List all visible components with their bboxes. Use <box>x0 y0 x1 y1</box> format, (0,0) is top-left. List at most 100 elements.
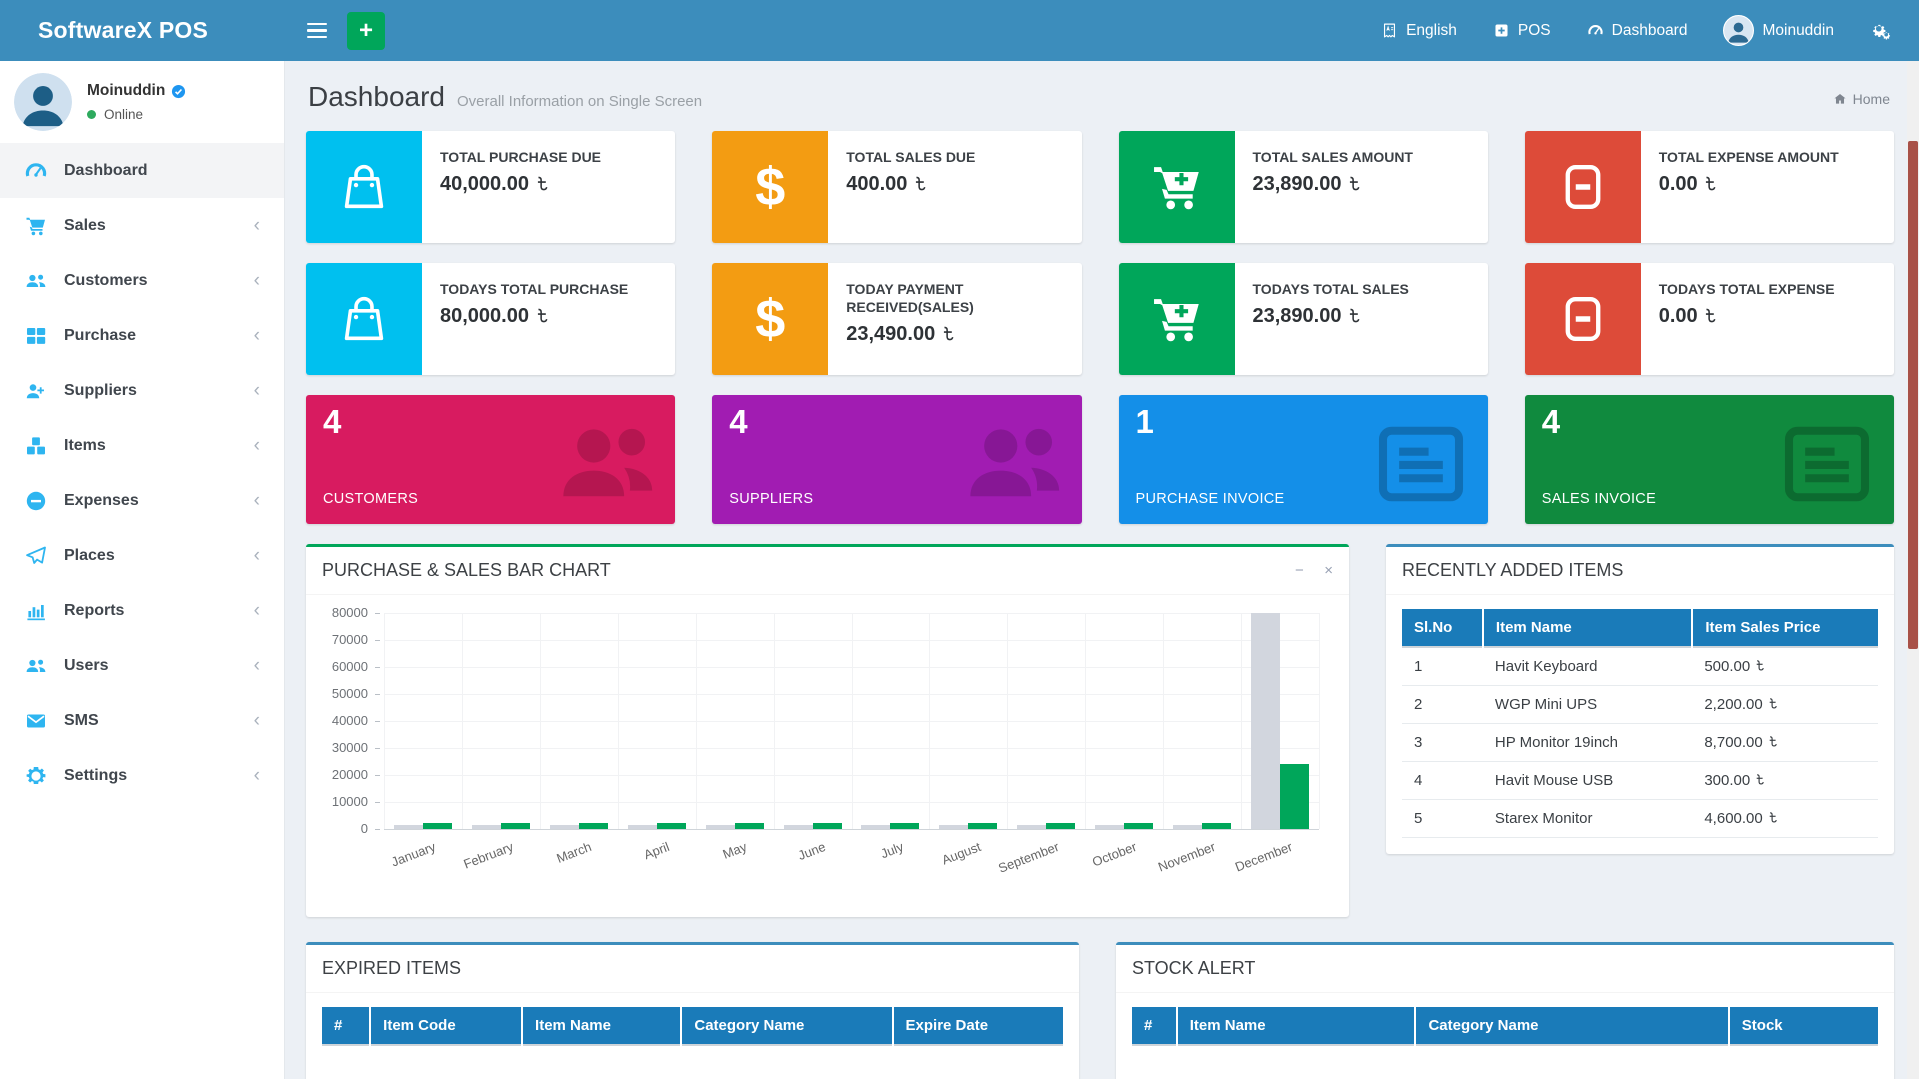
stat-card-title: TOTAL SALES AMOUNT <box>1253 148 1413 166</box>
scrollbar-thumb[interactable] <box>1908 141 1918 649</box>
shopping-bag-icon <box>306 263 422 375</box>
stat-card-title: TODAYS TOTAL EXPENSE <box>1659 280 1835 298</box>
minus-circle-icon <box>24 489 48 513</box>
x-axis-tick-label: May <box>721 839 749 862</box>
sidebar-item-reports[interactable]: Reports‹ <box>0 583 284 638</box>
collapse-button[interactable]: − <box>1295 562 1304 579</box>
table-row[interactable]: 3HP Monitor 19inch8,700.00 <box>1402 724 1878 762</box>
nav-user-label: Moinuddin <box>1762 22 1834 40</box>
nav-user-menu[interactable]: Moinuddin <box>1723 15 1834 46</box>
invoice-icon <box>1364 407 1478 521</box>
purchase-sales-bar-chart: 0100002000030000400005000060000700008000… <box>306 595 1349 917</box>
expired-items-panel: EXPIRED ITEMS #Item CodeItem NameCategor… <box>306 942 1079 1079</box>
sidebar-item-purchase[interactable]: Purchase‹ <box>0 308 284 363</box>
column-header: Sl.No <box>1402 609 1483 647</box>
sidebar-item-label: Suppliers <box>64 382 238 400</box>
table-row[interactable]: 1Havit Keyboard500.00 <box>1402 647 1878 686</box>
nav-language[interactable]: English <box>1381 22 1457 40</box>
quick-add-button[interactable]: + <box>347 12 385 50</box>
table-row[interactable]: 5Starex Monitor4,600.00 <box>1402 800 1878 838</box>
sidebar-item-dashboard[interactable]: Dashboard <box>0 143 284 198</box>
sidebar-item-label: Items <box>64 437 238 455</box>
sidebar-item-label: Reports <box>64 602 238 620</box>
x-axis-tick-label: February <box>462 839 516 872</box>
table-row[interactable]: 4Havit Mouse USB300.00 <box>1402 762 1878 800</box>
x-axis-tick-label: August <box>940 839 983 868</box>
stat-card-title: TOTAL PURCHASE DUE <box>440 148 601 166</box>
gauge-icon <box>24 159 48 183</box>
axis-tick <box>375 613 380 614</box>
chart-panel-title: PURCHASE & SALES BAR CHART <box>322 560 611 581</box>
y-axis-tick-label: 60000 <box>306 659 368 674</box>
recently-added-items-panel: RECENTLY ADDED ITEMS Sl.NoItem NameItem … <box>1386 544 1894 854</box>
chart-bar-sales <box>1124 823 1153 829</box>
chart-bar-sales <box>735 823 764 829</box>
sidebar-item-expenses[interactable]: Expenses‹ <box>0 473 284 528</box>
nav-settings[interactable] <box>1870 20 1891 41</box>
table-row <box>322 1045 1063 1079</box>
sidebar-item-customers[interactable]: Customers ‹ <box>0 253 284 308</box>
x-axis-tick-label: June <box>796 839 828 863</box>
table-cell: 500.00 <box>1692 647 1878 686</box>
sidebar-item-label: Customers <box>64 272 238 290</box>
dollar-icon: $ <box>712 263 828 375</box>
nav-pos[interactable]: POS <box>1493 22 1551 40</box>
summary-tile-customers: 4CUSTOMERS <box>306 395 675 524</box>
nav-language-label: English <box>1406 22 1457 40</box>
table-cell <box>1415 1045 1728 1079</box>
chart-bar-sales <box>1046 823 1075 829</box>
nav-pos-label: POS <box>1518 22 1551 40</box>
summary-tile-sales-invoice: 4 SALES INVOICE <box>1525 395 1894 524</box>
table-cell: HP Monitor 19inch <box>1483 724 1692 762</box>
sidebar-item-sms[interactable]: SMS‹ <box>0 693 284 748</box>
table-cell: 2,200.00 <box>1692 686 1878 724</box>
brand-logo[interactable]: SoftwareX POS <box>0 17 285 44</box>
chart-bar-purchase <box>394 825 423 829</box>
y-axis-tick-label: 10000 <box>306 794 368 809</box>
chevron-left-icon: ‹ <box>254 271 260 290</box>
sidebar-item-settings[interactable]: Settings‹ <box>0 748 284 803</box>
y-axis-tick-label: 50000 <box>306 686 368 701</box>
sidebar-item-suppliers[interactable]: Suppliers ‹ <box>0 363 284 418</box>
column-header: # <box>322 1007 370 1045</box>
chart-bar-purchase <box>628 825 657 829</box>
gauge-icon <box>1587 22 1604 39</box>
sidebar-item-users[interactable]: Users‹ <box>0 638 284 693</box>
stat-card-title: TODAYS TOTAL PURCHASE <box>440 280 628 298</box>
close-button[interactable]: × <box>1324 562 1333 579</box>
shopping-bag-icon <box>306 131 422 243</box>
axis-tick <box>375 694 380 695</box>
sidebar-user-name: Moinuddin <box>87 82 165 100</box>
stat-card-value: 23,890.00 <box>1253 173 1413 196</box>
gridline <box>1241 613 1242 829</box>
axis-tick <box>375 802 380 803</box>
sidebar-item-sales[interactable]: Sales‹ <box>0 198 284 253</box>
table-row[interactable]: 2WGP Mini UPS2,200.00 <box>1402 686 1878 724</box>
stat-card-value: 23,890.00 <box>1253 305 1409 328</box>
nav-dashboard[interactable]: Dashboard <box>1587 22 1688 40</box>
breadcrumb[interactable]: Home <box>1833 91 1890 107</box>
y-axis-tick-label: 40000 <box>306 713 368 728</box>
tile-count: 4 <box>1542 403 1560 441</box>
sidebar-item-places[interactable]: Places‹ <box>0 528 284 583</box>
sidebar-toggle-icon[interactable] <box>307 23 327 39</box>
tile-count: 4 <box>323 403 341 441</box>
table-cell: Starex Monitor <box>1483 800 1692 838</box>
cart-icon <box>24 214 48 238</box>
sidebar: Moinuddin Online DashboardSales‹Customer… <box>0 61 285 1079</box>
tile-label: SALES INVOICE <box>1542 491 1656 507</box>
table-cell <box>1132 1045 1177 1079</box>
scrollbar-track[interactable] <box>1907 61 1919 1079</box>
chevron-left-icon: ‹ <box>254 381 260 400</box>
table-cell: 5 <box>1402 800 1483 838</box>
gridline <box>696 613 697 829</box>
sidebar-item-items[interactable]: Items‹ <box>0 418 284 473</box>
axis-tick <box>375 640 380 641</box>
table-cell: Havit Mouse USB <box>1483 762 1692 800</box>
x-axis-tick-label: December <box>1233 839 1294 874</box>
cubes-icon <box>24 434 48 458</box>
cart-plus-icon <box>1119 131 1235 243</box>
stat-card: TOTAL PURCHASE DUE40,000.00 <box>306 131 675 243</box>
x-axis-tick-label: April <box>642 839 672 862</box>
chart-bar-sales <box>890 823 919 829</box>
